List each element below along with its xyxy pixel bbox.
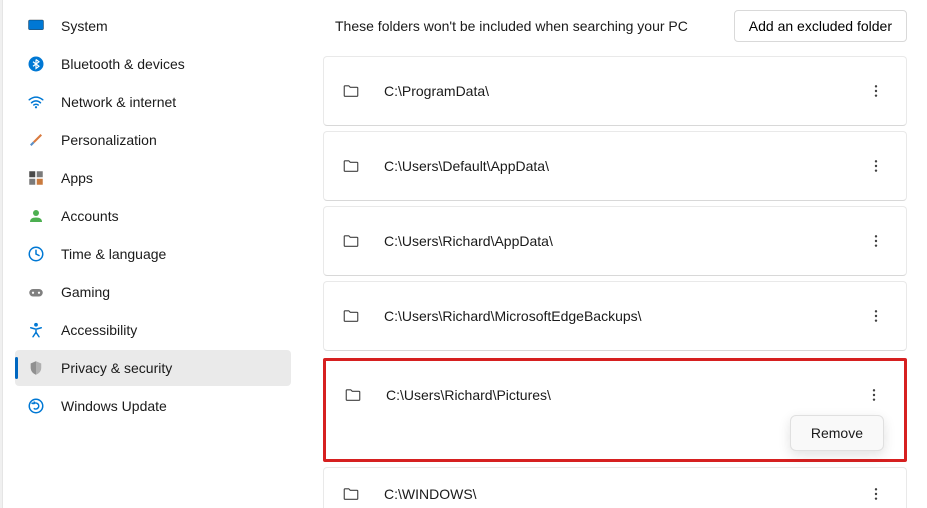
- sidebar-item-time[interactable]: Time & language: [15, 236, 291, 272]
- folder-path: C:\Users\Richard\AppData\: [384, 233, 840, 249]
- excluded-folder-row[interactable]: C:\Users\Richard\AppData\: [323, 206, 907, 276]
- gamepad-icon: [27, 283, 45, 301]
- paintbrush-icon: [27, 131, 45, 149]
- folder-path: C:\WINDOWS\: [384, 486, 840, 502]
- folder-path: C:\ProgramData\: [384, 83, 840, 99]
- person-icon: [27, 207, 45, 225]
- main-content: These folders won't be included when sea…: [303, 0, 927, 508]
- more-vertical-icon: [868, 486, 884, 502]
- excluded-folder-row[interactable]: C:\WINDOWS\: [323, 467, 907, 508]
- remove-popup[interactable]: Remove: [790, 415, 884, 451]
- more-options-button[interactable]: [864, 79, 888, 103]
- clock-globe-icon: [27, 245, 45, 263]
- excluded-folder-row[interactable]: C:\Users\Default\AppData\: [323, 131, 907, 201]
- shield-icon: [27, 359, 45, 377]
- sidebar-item-label: Network & internet: [61, 94, 176, 110]
- excluded-folder-row-highlighted[interactable]: C:\Users\Richard\Pictures\ Remove: [323, 358, 907, 462]
- sidebar-item-label: System: [61, 18, 108, 34]
- wifi-icon: [27, 93, 45, 111]
- more-options-button[interactable]: [864, 304, 888, 328]
- sidebar-item-label: Accounts: [61, 208, 119, 224]
- more-vertical-icon: [868, 233, 884, 249]
- sidebar-item-label: Accessibility: [61, 322, 137, 338]
- sidebar-item-personalization[interactable]: Personalization: [15, 122, 291, 158]
- update-icon: [27, 397, 45, 415]
- sidebar-item-accessibility[interactable]: Accessibility: [15, 312, 291, 348]
- header-description: These folders won't be included when sea…: [335, 18, 688, 34]
- more-vertical-icon: [868, 83, 884, 99]
- monitor-icon: [27, 17, 45, 35]
- sidebar-item-label: Windows Update: [61, 398, 167, 414]
- sidebar-item-accounts[interactable]: Accounts: [15, 198, 291, 234]
- sidebar-item-gaming[interactable]: Gaming: [15, 274, 291, 310]
- more-options-button[interactable]: [864, 154, 888, 178]
- more-options-button[interactable]: [864, 229, 888, 253]
- more-vertical-icon: [868, 308, 884, 324]
- folder-path: C:\Users\Richard\Pictures\: [386, 387, 838, 403]
- folder-path: C:\Users\Richard\MicrosoftEdgeBackups\: [384, 308, 840, 324]
- accessibility-icon: [27, 321, 45, 339]
- folder-icon: [342, 232, 360, 250]
- sidebar-item-label: Bluetooth & devices: [61, 56, 185, 72]
- header-row: These folders won't be included when sea…: [323, 6, 907, 56]
- bluetooth-icon: [27, 55, 45, 73]
- sidebar-item-label: Privacy & security: [61, 360, 172, 376]
- more-options-button[interactable]: [864, 482, 888, 506]
- more-options-button[interactable]: [862, 383, 886, 407]
- sidebar-item-bluetooth[interactable]: Bluetooth & devices: [15, 46, 291, 82]
- sidebar-item-apps[interactable]: Apps: [15, 160, 291, 196]
- folder-path: C:\Users\Default\AppData\: [384, 158, 840, 174]
- excluded-folder-row[interactable]: C:\ProgramData\: [323, 56, 907, 126]
- sidebar-item-label: Gaming: [61, 284, 110, 300]
- excluded-folder-row[interactable]: C:\Users\Richard\MicrosoftEdgeBackups\: [323, 281, 907, 351]
- folder-icon: [342, 157, 360, 175]
- sidebar-item-privacy[interactable]: Privacy & security: [15, 350, 291, 386]
- sidebar: System Bluetooth & devices Network & int…: [3, 0, 303, 508]
- sidebar-item-update[interactable]: Windows Update: [15, 388, 291, 424]
- apps-icon: [27, 169, 45, 187]
- sidebar-item-label: Apps: [61, 170, 93, 186]
- add-excluded-folder-button[interactable]: Add an excluded folder: [734, 10, 907, 42]
- sidebar-item-label: Time & language: [61, 246, 166, 262]
- sidebar-item-label: Personalization: [61, 132, 157, 148]
- folder-icon: [342, 82, 360, 100]
- excluded-folder-list: C:\ProgramData\ C:\Users\Default\AppData…: [323, 56, 907, 508]
- sidebar-item-system[interactable]: System: [15, 8, 291, 44]
- sidebar-item-network[interactable]: Network & internet: [15, 84, 291, 120]
- folder-icon: [342, 485, 360, 503]
- more-vertical-icon: [866, 387, 882, 403]
- folder-icon: [342, 307, 360, 325]
- more-vertical-icon: [868, 158, 884, 174]
- folder-icon: [344, 386, 362, 404]
